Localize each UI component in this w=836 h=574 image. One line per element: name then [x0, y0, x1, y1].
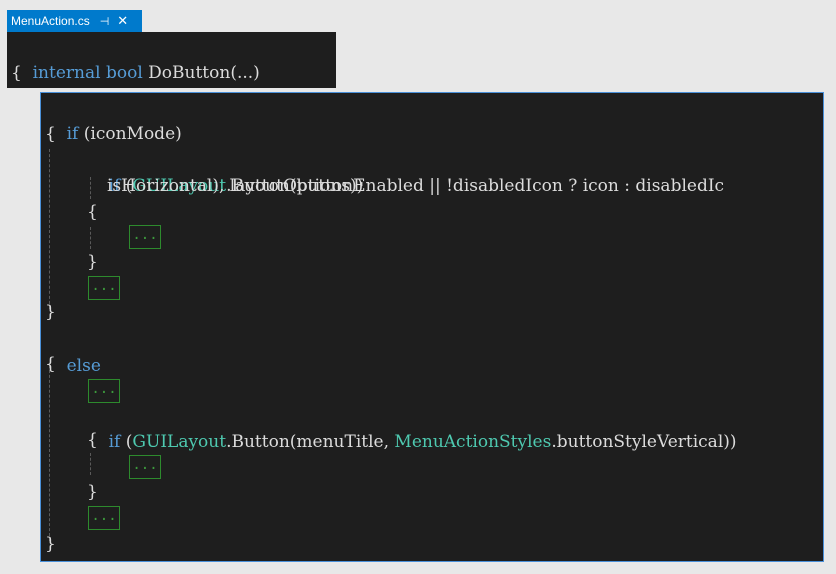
call-mid: .Button(menuTitle,: [226, 432, 395, 452]
collapsed-block[interactable]: ...: [88, 379, 120, 403]
indent-guide: [90, 227, 91, 249]
call-end: .buttonStyleVertical)): [551, 432, 737, 452]
brace: {: [87, 202, 98, 222]
pin-icon[interactable]: ⊣: [100, 15, 110, 28]
collapsed-block[interactable]: ...: [88, 506, 120, 530]
brace: }: [87, 482, 98, 502]
keyword-bool: bool: [105, 63, 143, 83]
brace: {: [87, 430, 98, 450]
document-tab[interactable]: MenuAction.cs ⊣ ✕: [7, 10, 142, 32]
type-menuactionstyles: MenuActionStyles: [394, 432, 552, 452]
keyword-internal: internal: [32, 63, 101, 83]
brace: {: [45, 124, 56, 144]
brace: {: [45, 354, 56, 374]
code-line-if-button-title: if (GUILayout.Button(menuTitle, MenuActi…: [87, 403, 737, 481]
code-line-open-brace: {: [11, 63, 22, 83]
type-guilayout: GUILayout: [132, 432, 227, 452]
brace: }: [45, 302, 56, 322]
collapsed-block[interactable]: ...: [88, 276, 120, 300]
code-peek-signature: internal bool DoButton(...) {: [7, 32, 336, 88]
collapsed-block[interactable]: ...: [129, 225, 161, 249]
keyword-if: if: [66, 124, 79, 144]
condition: (iconMode): [83, 124, 182, 144]
method-name: DoButton(...): [148, 63, 260, 83]
tab-title[interactable]: MenuAction.cs: [11, 14, 90, 28]
keyword-if: if: [108, 432, 121, 452]
brace: }: [45, 534, 56, 554]
code-peek-body: if (iconMode) { if (GUILayout.Button(but…: [40, 92, 824, 562]
keyword-else: else: [66, 356, 101, 376]
collapsed-block[interactable]: ...: [129, 455, 161, 479]
close-icon[interactable]: ✕: [117, 13, 128, 29]
brace: }: [87, 252, 98, 272]
indent-guide: [49, 149, 50, 309]
code-line-wrap: isHorizontal), layoutOptions)): [107, 176, 364, 196]
